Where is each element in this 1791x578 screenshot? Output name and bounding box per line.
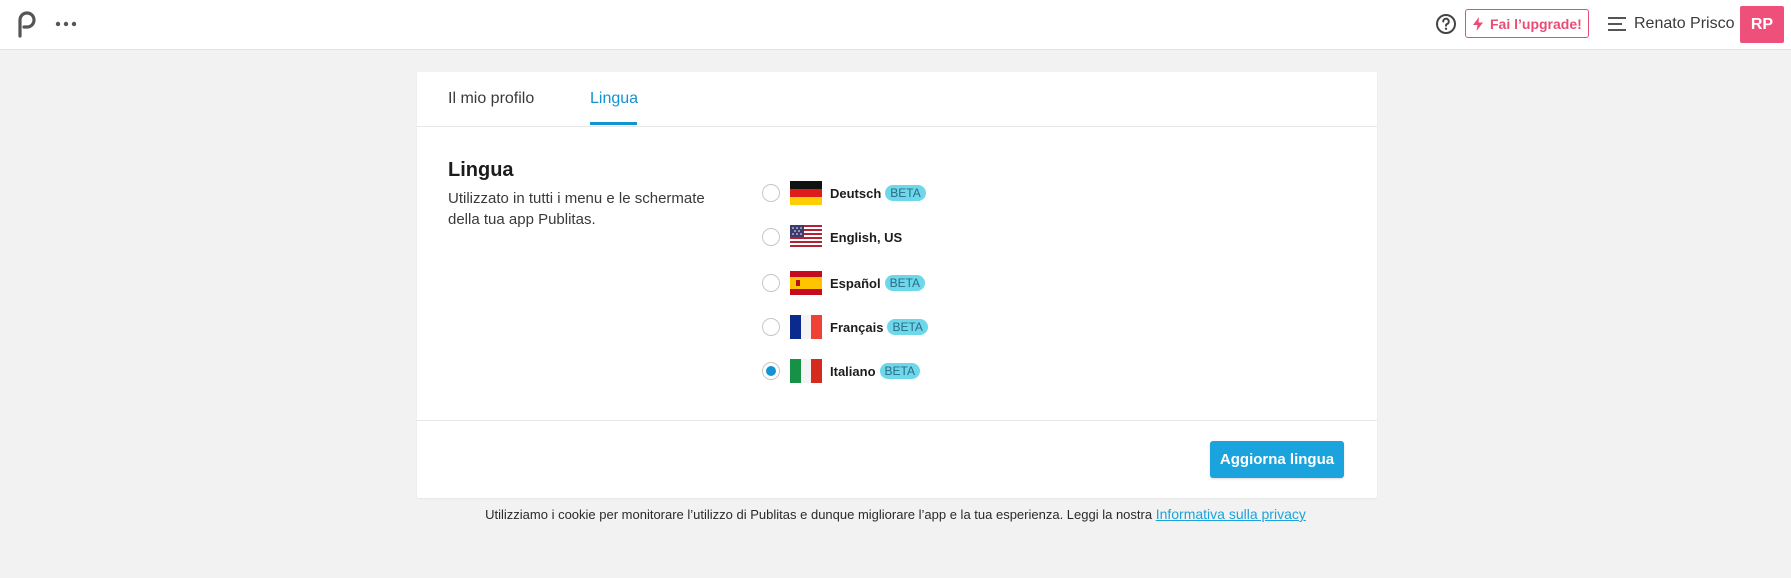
beta-badge: BETA (879, 363, 920, 379)
top-bar: Fai l’upgrade! Renato Prisco RP (0, 0, 1791, 50)
section-description: Utilizzato in tutti i menu e le schermat… (448, 190, 705, 228)
user-name[interactable]: Renato Prisco (1634, 15, 1735, 33)
beta-badge: BETA (885, 185, 926, 201)
language-label: Español (830, 275, 881, 291)
language-label: Italiano (830, 363, 876, 379)
flag-us-icon (790, 225, 822, 249)
settings-card: Il mio profilo Lingua Lingua Utilizzato … (417, 72, 1377, 498)
radio-english-us[interactable] (762, 228, 780, 246)
language-option-english-us[interactable]: English, US (762, 223, 902, 251)
section-title: Lingua (448, 159, 514, 181)
update-language-button[interactable]: Aggiorna lingua (1210, 441, 1344, 478)
cookie-notice: Utilizziamo i cookie per monitorare l’ut… (0, 506, 1791, 522)
privacy-policy-link[interactable]: Informativa sulla privacy (1156, 506, 1306, 522)
tab-il-mio-profilo[interactable]: Il mio profilo (448, 90, 534, 108)
flag-es-icon (790, 271, 822, 295)
language-option-italiano[interactable]: Italiano BETA (762, 357, 920, 385)
language-label: English, US (830, 229, 903, 245)
avatar[interactable]: RP (1740, 6, 1784, 43)
active-tab-indicator (590, 122, 637, 125)
language-option-espanol[interactable]: Español BETA (762, 269, 926, 297)
flag-it-icon (790, 359, 822, 383)
language-option-deutsch[interactable]: Deutsch BETA (762, 179, 926, 207)
lightning-icon (1473, 16, 1483, 31)
tab-bar: Il mio profilo Lingua (417, 72, 1377, 127)
tab-lingua[interactable]: Lingua (590, 90, 638, 108)
help-circle-icon[interactable] (1435, 13, 1457, 35)
more-dots-icon[interactable] (54, 14, 78, 34)
radio-francais[interactable] (762, 318, 780, 336)
language-option-francais[interactable]: Français BETA (762, 313, 928, 341)
hamburger-menu-icon[interactable] (1608, 16, 1628, 32)
beta-badge: BETA (884, 275, 926, 291)
beta-badge: BETA (887, 319, 928, 335)
radio-deutsch[interactable] (762, 184, 780, 202)
upgrade-button[interactable]: Fai l’upgrade! (1465, 9, 1589, 38)
language-label: Deutsch (830, 185, 882, 201)
language-label: Français (830, 319, 884, 335)
radio-italiano[interactable] (762, 362, 780, 380)
cookie-notice-text: Utilizziamo i cookie per monitorare l’ut… (485, 507, 1153, 522)
divider (417, 420, 1377, 421)
radio-espanol[interactable] (762, 274, 780, 292)
publitas-logo[interactable] (16, 8, 38, 38)
flag-fr-icon (790, 315, 822, 339)
upgrade-label: Fai l’upgrade! (1490, 15, 1582, 32)
flag-de-icon (790, 181, 822, 205)
